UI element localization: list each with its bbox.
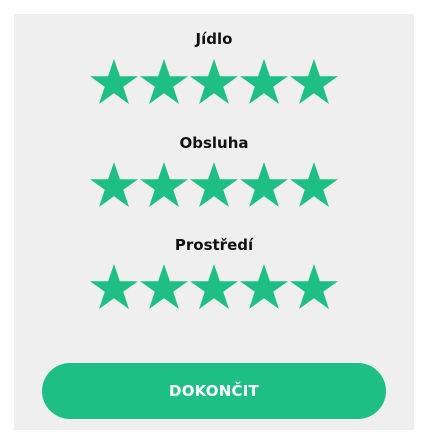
star-icon[interactable] <box>89 58 139 108</box>
star-icon[interactable] <box>139 58 189 108</box>
rating-title-food: Jídlo <box>195 30 233 48</box>
rating-panel: Jídlo Obsluha Prostředí DOKONČIT <box>14 14 414 430</box>
star-icon[interactable] <box>189 161 239 211</box>
star-icon[interactable] <box>239 58 289 108</box>
star-icon[interactable] <box>239 161 289 211</box>
star-icon[interactable] <box>189 263 239 313</box>
star-icon[interactable] <box>289 263 339 313</box>
star-icon[interactable] <box>89 263 139 313</box>
star-icon[interactable] <box>239 263 289 313</box>
star-icon[interactable] <box>139 161 189 211</box>
rating-stars-ambience <box>89 263 339 313</box>
finish-button[interactable]: DOKONČIT <box>42 363 386 419</box>
rating-stars-service <box>89 161 339 211</box>
rating-title-ambience: Prostředí <box>174 236 254 254</box>
star-icon[interactable] <box>289 161 339 211</box>
rating-title-service: Obsluha <box>179 134 249 152</box>
rating-stars-food <box>89 58 339 108</box>
star-icon[interactable] <box>89 161 139 211</box>
star-icon[interactable] <box>189 58 239 108</box>
star-icon[interactable] <box>289 58 339 108</box>
star-icon[interactable] <box>139 263 189 313</box>
